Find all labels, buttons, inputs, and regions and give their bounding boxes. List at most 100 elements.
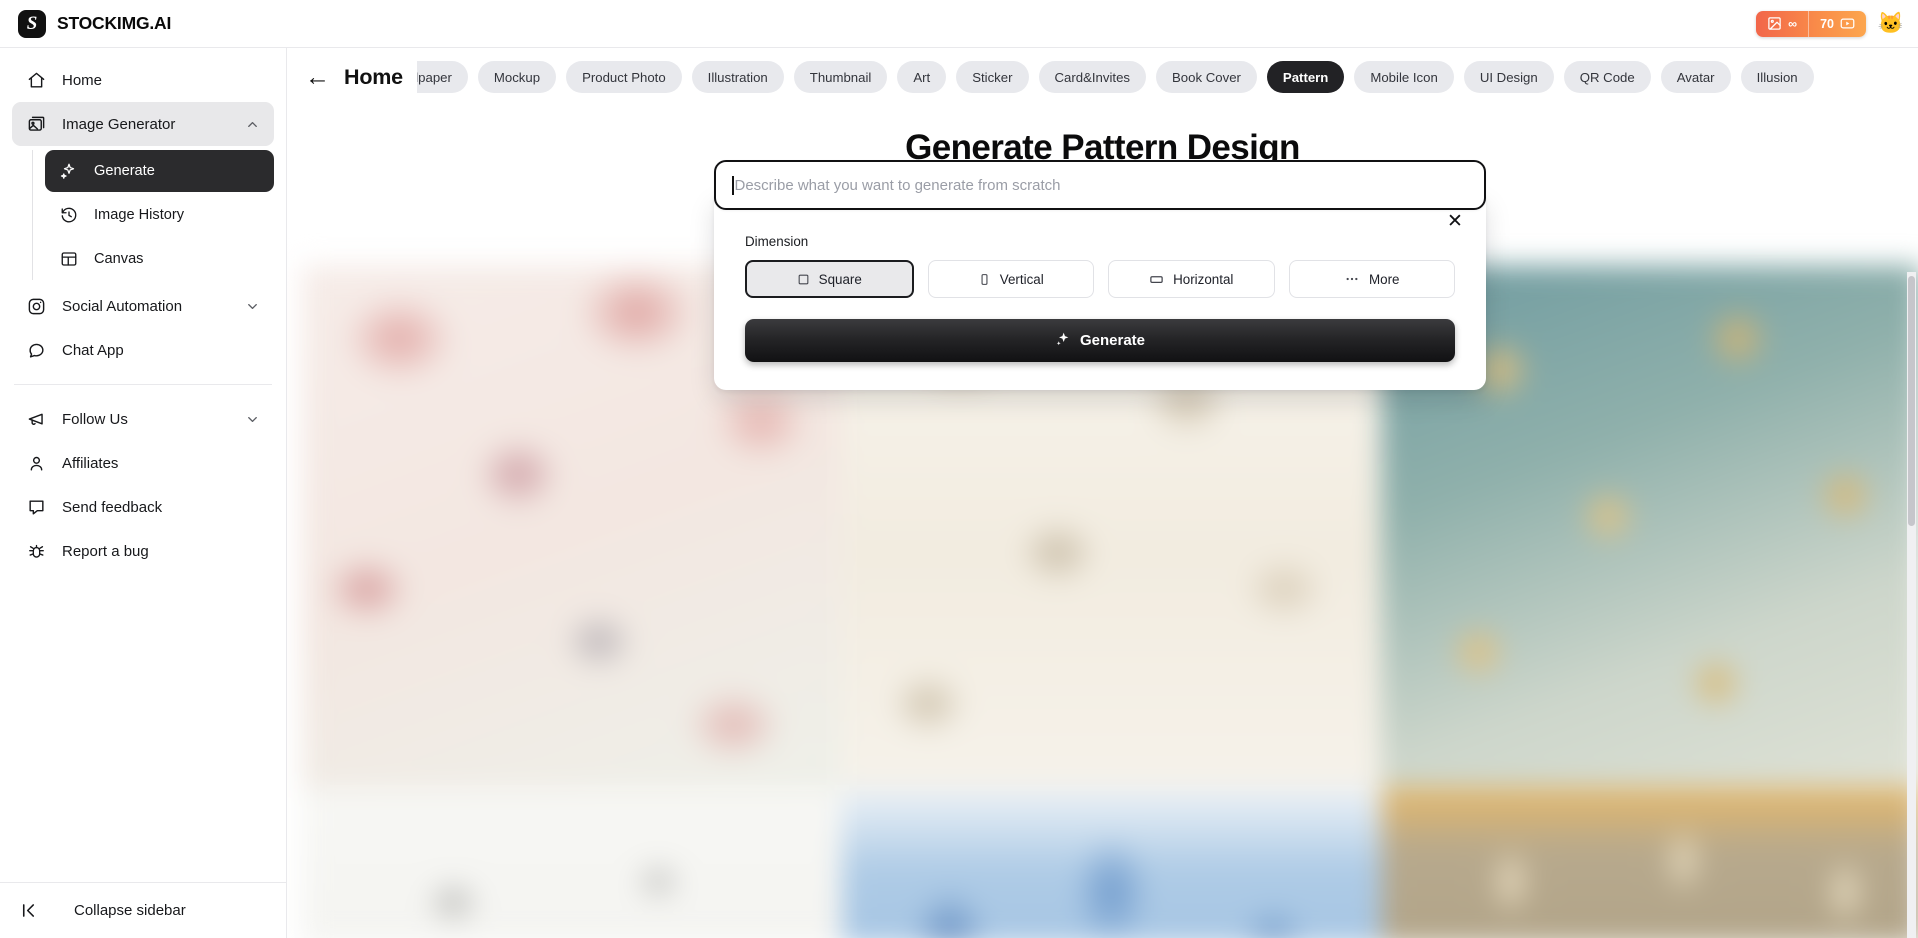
tab-card-invites[interactable]: Card&Invites [1038, 61, 1147, 93]
tab-mockup[interactable]: Mockup [477, 61, 557, 93]
dimension-option-label: More [1368, 271, 1400, 287]
page-title: Home [344, 64, 403, 89]
prompt-box[interactable] [714, 160, 1486, 210]
top-bar: S STOCKIMG.AI ∞ 70 🐱 [0, 0, 1918, 48]
generate-button[interactable]: Generate [745, 319, 1455, 362]
dimension-option-label: Vertical [999, 271, 1044, 287]
dimension-option-more[interactable]: More [1288, 260, 1455, 298]
sidebar-item-image-generator[interactable]: Image Generator [12, 102, 274, 146]
arrow-left-icon: ← [305, 62, 330, 91]
tab-art[interactable]: Art [897, 61, 947, 93]
sidebar-item-label: Report a bug [62, 542, 149, 560]
chat-bubble-icon [26, 340, 46, 360]
collapse-sidebar-button[interactable]: Collapse sidebar [0, 882, 286, 938]
main-scrollbar[interactable] [1907, 272, 1916, 938]
history-clock-icon [59, 205, 79, 225]
tab-thumbnail[interactable]: Thumbnail [793, 61, 888, 93]
dimension-option-label: Square [818, 271, 862, 287]
prompt-input[interactable] [734, 176, 1468, 194]
image-generator-subnav: Generate Image History Canvas [32, 150, 274, 280]
sidebar-scroll-area: Home Image Generator Generate Image Hist… [0, 48, 286, 882]
stockimg-logo-icon: S [18, 9, 46, 38]
sidebar-item-home[interactable]: Home [12, 58, 274, 102]
message-square-icon [26, 497, 46, 517]
instagram-icon [26, 296, 46, 316]
tab-product-photo[interactable]: Product Photo [566, 61, 682, 93]
dimension-option-square[interactable]: Square [745, 260, 914, 298]
dimension-label: Dimension [745, 234, 809, 249]
image-credits[interactable]: ∞ [1756, 11, 1808, 37]
tab-qr-code[interactable]: QR Code [1563, 61, 1651, 93]
text-caret [732, 175, 734, 195]
tab-illusion[interactable]: Illusion [1740, 61, 1814, 93]
credits-pill[interactable]: ∞ 70 [1756, 10, 1866, 37]
sidebar-item-send-feedback[interactable]: Send feedback [12, 485, 274, 529]
tab-avatar[interactable]: Avatar [1660, 61, 1731, 93]
pattern-tile-blue-ikat[interactable] [841, 787, 1382, 938]
close-x-icon[interactable]: ✕ [1442, 208, 1468, 234]
sidebar-item-affiliates[interactable]: Affiliates [12, 441, 274, 485]
sidebar-item-label: Image Generator [62, 115, 176, 133]
sidebar-item-label: Chat App [62, 341, 124, 359]
sparkles-icon [59, 161, 79, 181]
top-bar-right: ∞ 70 🐱 [1756, 9, 1918, 39]
back-to-home-button[interactable]: ← Home [287, 48, 417, 106]
sidebar-item-label: Generate [94, 163, 155, 179]
dimension-option-vertical[interactable]: Vertical [927, 260, 1094, 298]
tab-illustration[interactable]: Illustration [691, 61, 784, 93]
bug-icon [26, 541, 46, 561]
generate-button-label: Generate [1079, 332, 1146, 349]
dimension-option-label: Horizontal [1173, 271, 1234, 287]
megaphone-icon [26, 409, 46, 429]
generate-options-panel: ✕ Dimension Square Vertical Horizontal M… [714, 196, 1486, 390]
dimension-options: Square Vertical Horizontal More [745, 260, 1455, 298]
chevron-down-icon [245, 412, 260, 427]
landscape-rect-icon [1149, 272, 1164, 287]
tab-ui-design[interactable]: UI Design [1463, 61, 1554, 93]
tab-sticker[interactable]: Sticker [956, 61, 1029, 93]
sidebar-item-chat-app[interactable]: Chat App [12, 328, 274, 372]
sidebar-item-canvas[interactable]: Canvas [45, 238, 274, 280]
scrollbar-thumb[interactable] [1908, 276, 1915, 526]
portrait-rect-icon [978, 273, 991, 286]
video-credits-value: 70 [1820, 16, 1834, 31]
sidebar-item-label: Home [62, 71, 103, 89]
sidebar-item-label: Follow Us [62, 410, 128, 428]
sidebar-item-image-history[interactable]: Image History [45, 194, 274, 236]
sparkle-icon [1055, 331, 1071, 351]
home-icon [26, 70, 46, 90]
user-icon [26, 453, 46, 473]
sidebar-item-follow-us[interactable]: Follow Us [12, 397, 274, 441]
sidebar-item-social-automation[interactable]: Social Automation [12, 284, 274, 328]
brand-logo[interactable]: S STOCKIMG.AI [0, 9, 171, 38]
pattern-tile-sketch-white[interactable] [302, 787, 842, 938]
video-play-icon [1840, 16, 1855, 31]
sidebar-item-generate[interactable]: Generate [45, 150, 274, 192]
image-stack-icon [26, 114, 46, 134]
tab-book-cover[interactable]: Book Cover [1156, 61, 1257, 93]
sidebar-item-label: Image History [94, 207, 185, 223]
pattern-tile-tan-diamond[interactable] [1381, 787, 1918, 938]
image-icon [1767, 16, 1782, 31]
generate-panel: ✕ Dimension Square Vertical [714, 160, 1486, 390]
sidebar-item-label: Social Automation [62, 297, 183, 315]
sidebar-item-label: Affiliates [62, 454, 119, 472]
tab-mobile-icon[interactable]: Mobile Icon [1354, 61, 1454, 93]
tab-pattern[interactable]: Pattern [1266, 61, 1345, 93]
video-credits[interactable]: 70 [1808, 10, 1866, 37]
chevron-up-icon [245, 117, 260, 132]
sidebar-item-label: Canvas [94, 251, 144, 267]
collapse-sidebar-label: Collapse sidebar [74, 902, 186, 919]
square-icon [797, 273, 810, 286]
sidebar-divider [14, 384, 272, 385]
ellipsis-icon [1344, 271, 1360, 287]
category-tab-strip[interactable]: Wallpaper Mockup Product Photo Illustrat… [287, 48, 1918, 106]
collapse-left-icon [18, 901, 38, 921]
category-tabs: Wallpaper Mockup Product Photo Illustrat… [377, 61, 1814, 93]
layout-panel-icon [59, 249, 79, 269]
chevron-down-icon [245, 299, 260, 314]
image-credits-value: ∞ [1788, 16, 1798, 31]
sidebar-item-report-a-bug[interactable]: Report a bug [12, 529, 274, 573]
cat-in-box-avatar[interactable]: 🐱 [1876, 9, 1906, 39]
dimension-option-horizontal[interactable]: Horizontal [1108, 260, 1275, 298]
